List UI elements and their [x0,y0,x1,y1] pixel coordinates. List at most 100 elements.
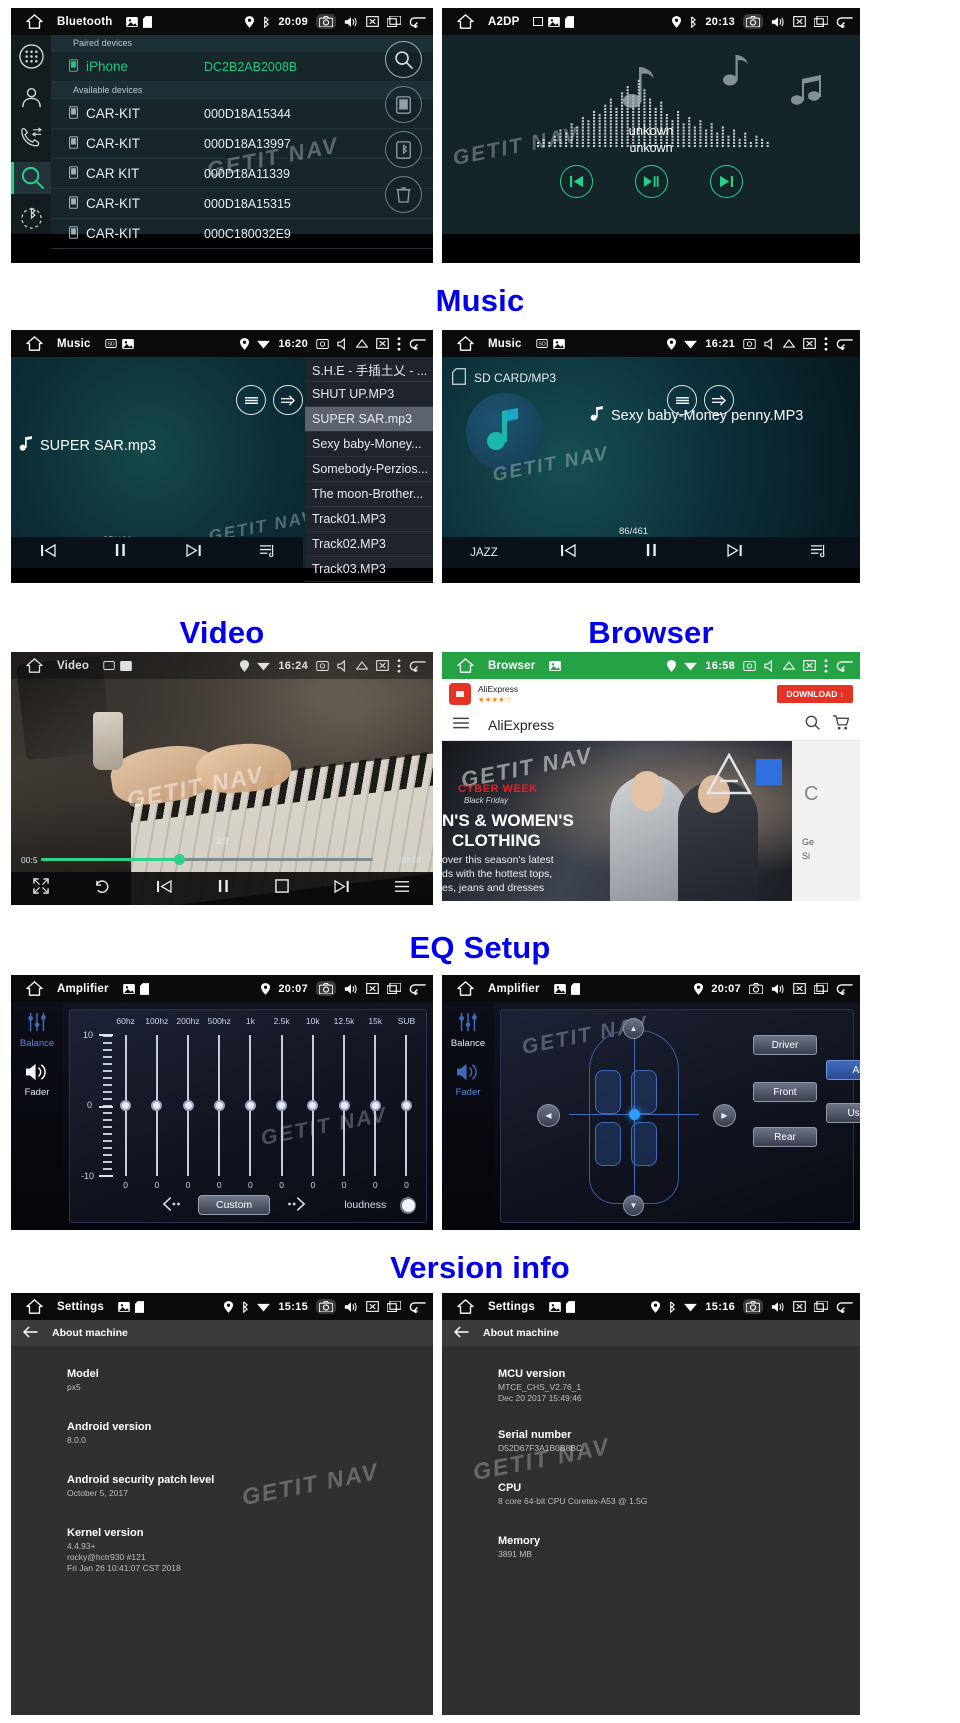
mute-icon[interactable] [337,337,348,350]
close-icon[interactable] [366,983,379,994]
zone-button-all[interactable]: All [826,1060,860,1080]
playlist-button[interactable] [777,544,861,562]
volume-icon[interactable] [344,16,358,28]
camera-icon[interactable] [743,660,756,671]
overflow-menu-icon[interactable] [824,658,828,673]
eq-slider[interactable] [235,1035,266,1176]
volume-icon[interactable] [344,983,358,995]
camera-icon[interactable] [316,981,336,996]
loudness-toggle[interactable] [400,1196,416,1214]
previous-button[interactable] [11,543,84,562]
close-icon[interactable] [793,983,806,994]
settings-row[interactable]: Android version 8.0.0 [11,1393,433,1446]
list-item[interactable]: Somebody-Perzios... [305,457,433,482]
settings-row[interactable]: CPU 8 core 64-bit CPU Coretex-A53 @ 1.5G [442,1454,860,1507]
next-preset-button[interactable] [284,1196,306,1214]
sidebar-item-balance[interactable]: Balance [20,1011,54,1049]
eq-slider[interactable] [110,1035,141,1176]
back-icon[interactable] [409,983,426,995]
recents-icon[interactable] [814,983,828,994]
sidebar-item-fader[interactable]: Fader [456,1062,480,1098]
home-icon[interactable] [442,336,488,351]
next-button[interactable] [157,543,230,562]
list-item[interactable]: Track02.MP3 [305,532,433,557]
home-icon[interactable] [11,336,57,351]
next-button[interactable] [334,879,350,898]
equalizer-button[interactable] [236,385,266,415]
video-seek-bar[interactable] [41,854,373,865]
list-item[interactable]: Sexy baby-Money... [305,432,433,457]
recents-icon[interactable] [814,1301,828,1312]
playlist[interactable]: S.H.E - 手插土乂 - ... SHUT UP.MP3 SUPER SAR… [305,357,433,582]
camera-icon[interactable] [743,338,756,349]
close-icon[interactable] [803,338,816,349]
list-item[interactable]: S.H.E - 手插土乂 - ... [305,357,433,382]
camera-icon[interactable] [316,660,329,671]
eq-preset-label[interactable]: JAZZ [442,547,526,559]
volume-icon[interactable] [771,983,785,995]
home-icon[interactable] [11,658,57,673]
previous-button[interactable] [559,165,593,198]
connect-device-button[interactable] [384,86,422,123]
preset-button[interactable]: Custom [198,1195,271,1215]
previous-button[interactable] [156,879,172,898]
back-icon[interactable] [836,338,853,350]
eq-slider[interactable] [172,1035,203,1176]
back-arrow-icon[interactable] [22,1326,38,1341]
sidebar-item-contacts[interactable] [11,81,51,112]
home-icon[interactable] [11,981,57,996]
previous-button[interactable] [526,543,610,562]
back-icon[interactable] [836,16,853,28]
recents-icon[interactable] [387,1301,401,1312]
volume-icon[interactable] [344,1301,358,1313]
camera-icon[interactable] [316,1299,336,1314]
zone-button-driver[interactable]: Driver [753,1035,817,1055]
home-icon[interactable] [442,1299,488,1314]
back-icon[interactable] [409,16,426,28]
camera-icon[interactable] [316,14,336,29]
repeat-button[interactable] [94,879,111,899]
eq-slider[interactable] [297,1035,328,1176]
close-icon[interactable] [793,1301,806,1312]
list-item[interactable]: Track01.MP3 [305,507,433,532]
back-icon[interactable] [836,1301,853,1313]
close-icon[interactable] [376,660,389,671]
home-icon[interactable] [442,14,488,29]
list-item-selected[interactable]: SUPER SAR.mp3 [305,407,433,432]
sidebar-item-balance[interactable]: Balance [451,1011,485,1049]
fader-position-dot[interactable] [628,1108,640,1120]
settings-row[interactable]: Serial number D52D67F3A1B0B8BC [442,1404,860,1454]
delete-button[interactable] [384,176,422,213]
ad-banner[interactable]: AliExpress ★★★★☆ DOWNLOAD ↓ [442,679,860,709]
pause-button[interactable] [217,879,230,898]
overflow-menu-icon[interactable] [397,658,401,673]
eject-icon[interactable] [356,339,368,348]
pause-button[interactable] [610,543,694,562]
zone-button-front[interactable]: Front [753,1082,817,1102]
settings-row[interactable]: MCU version MTCE_CHS_V2.76_1 Dec 20 2017… [442,1346,860,1404]
volume-icon[interactable] [771,1301,785,1313]
home-icon[interactable] [442,658,488,673]
list-item[interactable]: Track03.MP3 [305,557,433,582]
pause-button[interactable] [84,543,157,562]
list-item[interactable]: The moon-Brother... [305,482,433,507]
zone-button-user[interactable]: User [826,1103,860,1123]
eject-icon[interactable] [356,661,368,670]
seat-rear-right[interactable] [631,1122,657,1166]
bluetooth-device-button[interactable] [384,131,422,168]
eq-slider[interactable] [141,1035,172,1176]
down-arrow-button[interactable]: ▼ [623,1195,644,1216]
seat-front-right[interactable] [631,1070,657,1114]
previous-preset-button[interactable] [162,1196,184,1214]
left-arrow-button[interactable]: ◀ [537,1104,560,1127]
back-arrow-icon[interactable] [453,1326,469,1341]
eq-slider[interactable] [391,1035,422,1176]
overflow-menu-icon[interactable] [397,336,401,351]
settings-row[interactable]: Model px5 [11,1346,433,1393]
home-icon[interactable] [442,981,488,996]
mute-icon[interactable] [764,659,775,672]
back-icon[interactable] [409,660,426,672]
stop-button[interactable] [275,879,289,898]
settings-row[interactable]: Kernel version 4.4.93+ rocky@hctr930 #12… [11,1499,433,1574]
playlist-button[interactable] [394,880,410,898]
